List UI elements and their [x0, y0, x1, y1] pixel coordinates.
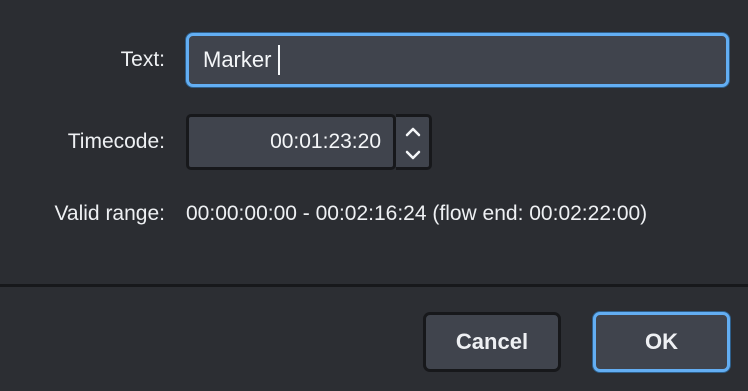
ok-button[interactable]: OK [593, 312, 730, 372]
valid-range-value: 00:00:00:00 - 00:02:16:24 (flow end: 00:… [186, 202, 648, 225]
text-label: Text: [120, 48, 165, 71]
valid-range-label: Valid range: [54, 202, 165, 225]
timecode-stepper[interactable] [396, 114, 432, 170]
dialog-content: Text: Timecode: Valid range: [0, 0, 748, 282]
timecode-input[interactable] [186, 114, 396, 170]
text-cursor [278, 45, 280, 75]
chevron-up-icon [405, 126, 421, 138]
text-input[interactable] [186, 33, 729, 87]
cancel-button[interactable]: Cancel [423, 312, 561, 372]
timecode-decrement-button[interactable] [396, 142, 429, 167]
marker-dialog: Text: Timecode: Valid range: [0, 0, 748, 391]
timecode-increment-button[interactable] [396, 119, 429, 144]
chevron-down-icon [405, 149, 421, 161]
timecode-label: Timecode: [67, 130, 165, 153]
